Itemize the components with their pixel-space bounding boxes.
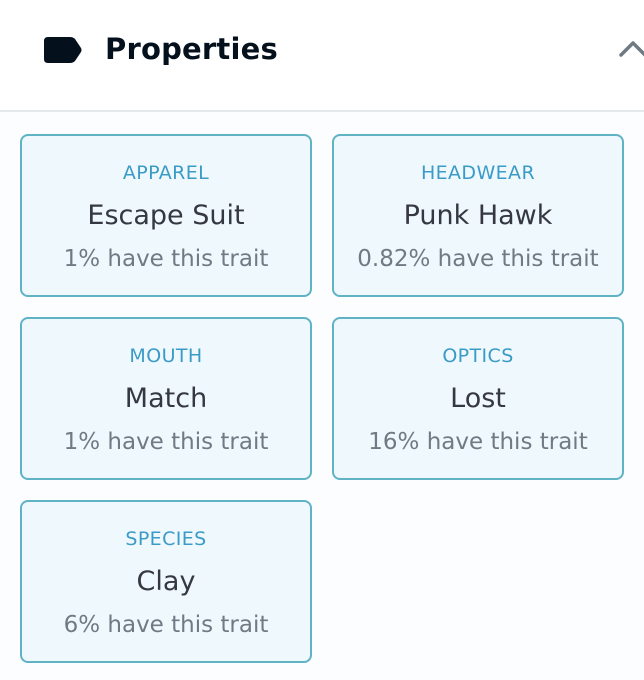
property-card-species[interactable]: SPECIES Clay 6% have this trait bbox=[20, 500, 312, 663]
property-rarity: 1% have this trait bbox=[63, 246, 269, 272]
chevron-up-icon[interactable] bbox=[618, 38, 644, 58]
property-type: OPTICS bbox=[442, 345, 514, 367]
property-value: Lost bbox=[450, 383, 506, 414]
property-rarity: 6% have this trait bbox=[63, 612, 269, 638]
property-type: MOUTH bbox=[129, 345, 203, 367]
property-rarity: 16% have this trait bbox=[368, 429, 588, 455]
property-rarity: 0.82% have this trait bbox=[357, 246, 599, 272]
properties-panel: Properties APPAREL Escape Suit 1% have t… bbox=[0, 0, 644, 680]
property-card-mouth[interactable]: MOUTH Match 1% have this trait bbox=[20, 317, 312, 480]
property-type: SPECIES bbox=[125, 528, 207, 550]
property-type: HEADWEAR bbox=[420, 162, 536, 184]
properties-grid: APPAREL Escape Suit 1% have this trait H… bbox=[0, 112, 644, 680]
property-value: Match bbox=[124, 383, 208, 414]
properties-header[interactable]: Properties bbox=[0, 0, 644, 112]
property-card-headwear[interactable]: HEADWEAR Punk Hawk 0.82% have this trait bbox=[332, 134, 624, 297]
tag-icon bbox=[44, 37, 82, 63]
property-type: APPAREL bbox=[122, 162, 210, 184]
property-rarity: 1% have this trait bbox=[63, 429, 269, 455]
property-value: Escape Suit bbox=[87, 200, 245, 231]
properties-title: Properties bbox=[105, 32, 278, 66]
property-value: Punk Hawk bbox=[403, 200, 553, 231]
property-card-apparel[interactable]: APPAREL Escape Suit 1% have this trait bbox=[20, 134, 312, 297]
property-value: Clay bbox=[136, 566, 196, 597]
property-card-optics[interactable]: OPTICS Lost 16% have this trait bbox=[332, 317, 624, 480]
